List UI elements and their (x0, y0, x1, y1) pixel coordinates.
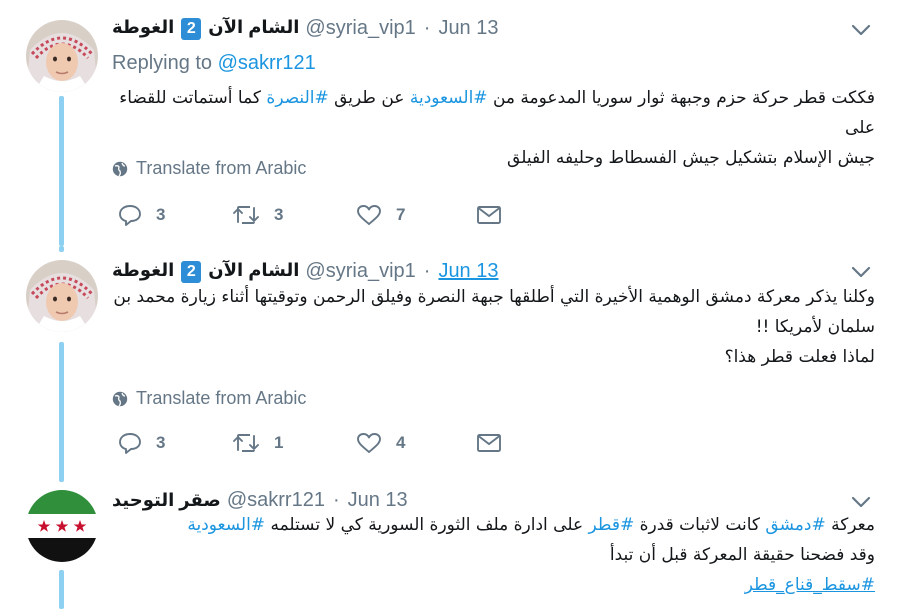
hashtag-link[interactable]: #سقط_قناع_قطر (745, 575, 875, 595)
caret-down-icon[interactable] (850, 22, 872, 38)
retweet-button[interactable]: 3 (232, 200, 283, 230)
retweet-button[interactable]: 1 (232, 428, 283, 458)
reply-button[interactable]: 3 (118, 200, 165, 230)
separator-dot: · (423, 259, 431, 282)
tweet-text-line: معركة #دمشق كانت لاثبات قدرة #قطر على اد… (187, 515, 875, 535)
like-count: 7 (396, 205, 406, 224)
tweet-date[interactable]: Jun 13 (438, 17, 498, 40)
direct-message-button[interactable] (476, 428, 516, 458)
tweet-text: معركة #دمشق كانت لاثبات قدرة #قطر على اد… (112, 510, 875, 600)
translate-link[interactable]: Translate from Arabic (112, 158, 306, 179)
tweet-text: وكلنا يذكر معركة دمشق الوهمية الأخيرة ال… (112, 282, 875, 372)
hashtag-link[interactable]: #دمشق (765, 515, 825, 535)
like-button[interactable]: 4 (356, 428, 405, 458)
tweet-text-line: فككت قطر حركة حزم وجبهة ثوار سوريا المدع… (119, 88, 875, 138)
tweet-text-line: #سقط_قناع_قطر (112, 570, 875, 600)
translate-link[interactable]: Translate from Arabic (112, 388, 306, 409)
retweet-count: 1 (274, 433, 284, 452)
tweet-date[interactable]: Jun 13 (348, 489, 408, 512)
user-handle[interactable]: @syria_vip1 (305, 17, 415, 40)
heart-icon (357, 433, 381, 453)
syrian-flag-avatar (26, 490, 98, 562)
reply-button[interactable]: 3 (118, 428, 165, 458)
thread-line (59, 476, 64, 482)
hashtag-link[interactable]: #النصرة (266, 88, 328, 108)
display-name[interactable]: صقر التوحيد (112, 490, 221, 511)
retweet-icon (233, 434, 259, 452)
like-button[interactable]: 7 (356, 200, 405, 230)
avatar-image (26, 260, 98, 332)
user-handle[interactable]: @syria_vip1 (305, 260, 415, 283)
tweet-1: الشام الآن 2 الغوطة @syria_vip1 · Jun 13… (0, 0, 913, 250)
avatar[interactable] (26, 260, 98, 332)
thread-line (59, 342, 64, 480)
tweet-text-line: وقد فضحنا حقيقة المعركة قبل أن تبدأ (609, 545, 875, 565)
number-badge: 2 (181, 17, 202, 40)
retweet-count: 3 (274, 205, 284, 224)
thread-line (59, 96, 64, 246)
retweet-icon (233, 206, 259, 224)
tweet-header: الشام الآن 2 الغوطة @syria_vip1 · Jun 13 (112, 258, 499, 284)
separator-dot: · (332, 488, 340, 511)
tweet-actions: 3 1 4 (112, 428, 512, 458)
hashtag-link[interactable]: #السعودية (410, 88, 488, 108)
tweet-date-link[interactable]: Jun 13 (438, 260, 498, 283)
reply-mention-link[interactable]: @sakrr121 (218, 52, 316, 74)
tweet-3: صقر التوحيد @sakrr121 · Jun 13 معركة #دم… (0, 476, 913, 609)
caret-down-icon[interactable] (850, 264, 872, 280)
avatar[interactable] (26, 490, 98, 562)
replying-to: Replying to @sakrr121 (112, 52, 316, 74)
display-name[interactable]: الشام الآن 2 الغوطة (112, 17, 299, 40)
direct-message-button[interactable] (476, 200, 516, 230)
tweet-actions: 3 3 7 (112, 200, 512, 230)
heart-icon (357, 205, 381, 225)
tweet-text-line: لماذا فعلت قطر هذا؟ (724, 347, 875, 367)
thread-line (59, 246, 64, 252)
tweet-2: الشام الآن 2 الغوطة @syria_vip1 · Jun 13… (0, 246, 913, 480)
tweet-header: الشام الآن 2 الغوطة @syria_vip1 · Jun 13 (112, 15, 499, 41)
display-name[interactable]: الشام الآن 2 الغوطة (112, 260, 299, 283)
reply-icon (119, 433, 141, 454)
thread-line (59, 570, 64, 609)
avatar[interactable] (26, 20, 98, 92)
like-count: 4 (396, 433, 406, 452)
reply-icon (119, 205, 141, 226)
tweet-text-line: وكلنا يذكر معركة دمشق الوهمية الأخيرة ال… (113, 287, 875, 307)
hashtag-link[interactable]: #قطر (589, 515, 635, 535)
avatar-image (26, 20, 98, 92)
hashtag-link[interactable]: #السعودية (187, 515, 265, 535)
tweet-text-line: سلمان لأمريكا !! (755, 317, 875, 337)
globe-icon (112, 391, 128, 406)
caret-down-icon[interactable] (850, 494, 872, 510)
separator-dot: · (423, 16, 431, 39)
reply-count: 3 (156, 433, 166, 452)
globe-icon (112, 161, 128, 176)
reply-count: 3 (156, 205, 166, 224)
mail-icon (477, 206, 501, 224)
mail-icon (477, 434, 501, 452)
user-handle[interactable]: @sakrr121 (227, 489, 325, 512)
number-badge: 2 (181, 260, 202, 283)
